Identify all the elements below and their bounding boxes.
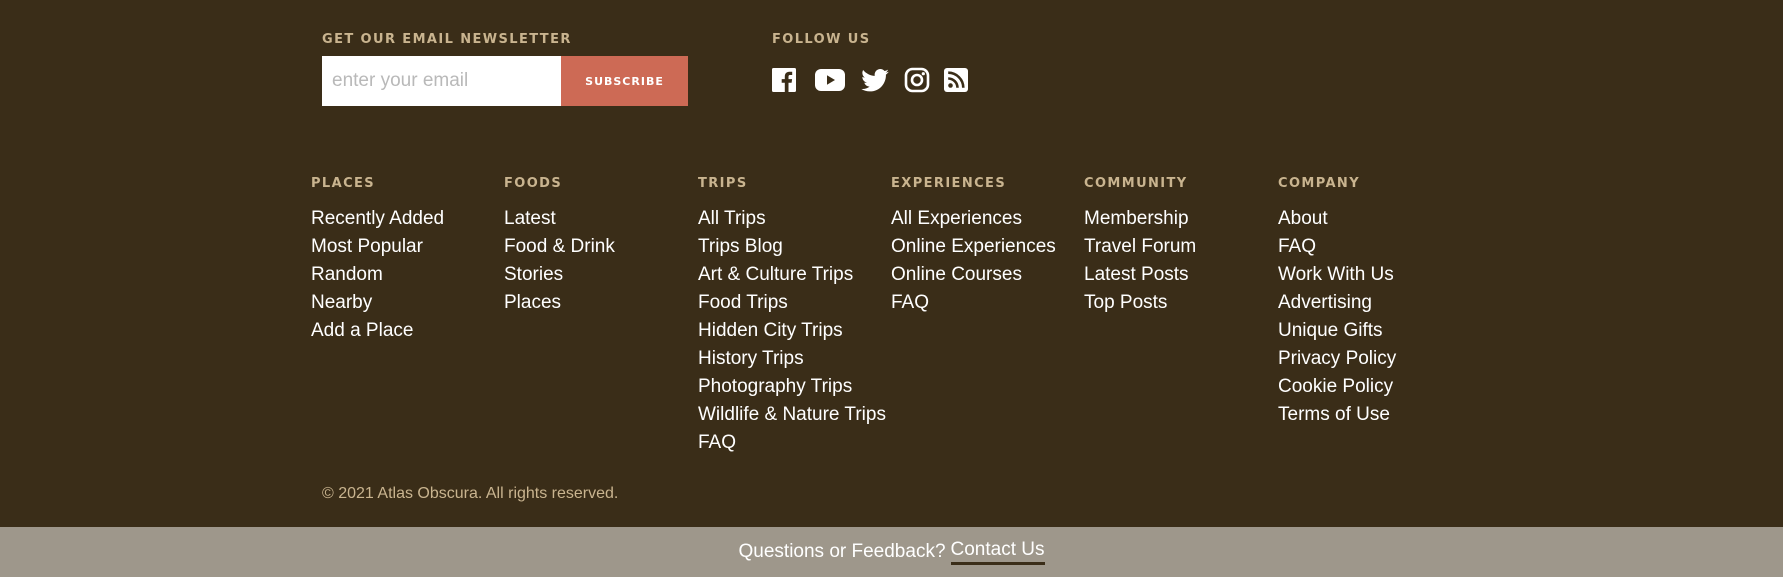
footer-link[interactable]: Latest Posts — [1084, 261, 1274, 289]
instagram-icon[interactable] — [904, 65, 930, 95]
email-input[interactable] — [322, 56, 561, 106]
column-heading: FOODS — [504, 176, 563, 191]
footer-link[interactable]: Membership — [1084, 205, 1274, 233]
footer-column-experiences: EXPERIENCES All Experiences Online Exper… — [891, 176, 1081, 317]
footer-link[interactable]: Add a Place — [311, 317, 501, 345]
follow-heading: FOLLOW US — [772, 32, 871, 47]
footer-link[interactable]: Online Courses — [891, 261, 1081, 289]
footer-link[interactable]: Top Posts — [1084, 289, 1274, 317]
footer-link[interactable]: Most Popular — [311, 233, 501, 261]
site-footer: GET OUR EMAIL NEWSLETTER SUBSCRIBE FOLLO… — [0, 0, 1783, 527]
copyright-text: © 2021 Atlas Obscura. All rights reserve… — [322, 485, 619, 502]
footer-link[interactable]: Random — [311, 261, 501, 289]
footer-link[interactable]: Photography Trips — [698, 373, 888, 401]
twitter-icon[interactable] — [861, 65, 889, 95]
footer-link[interactable]: Places — [504, 289, 694, 317]
social-links — [772, 63, 968, 97]
footer-link[interactable]: History Trips — [698, 345, 888, 373]
footer-link[interactable]: Cookie Policy — [1278, 373, 1468, 401]
footer-link[interactable]: All Trips — [698, 205, 888, 233]
footer-link[interactable]: Art & Culture Trips — [698, 261, 888, 289]
footer-column-trips: TRIPS All Trips Trips Blog Art & Culture… — [698, 176, 888, 457]
footer-link[interactable]: FAQ — [891, 289, 1081, 317]
footer-column-community: COMMUNITY Membership Travel Forum Latest… — [1084, 176, 1274, 317]
footer-link[interactable]: Travel Forum — [1084, 233, 1274, 261]
footer-link[interactable]: Stories — [504, 261, 694, 289]
column-heading: TRIPS — [698, 176, 748, 191]
footer-link[interactable]: Trips Blog — [698, 233, 888, 261]
column-heading: COMMUNITY — [1084, 176, 1188, 191]
footer-link[interactable]: Online Experiences — [891, 233, 1081, 261]
column-heading: COMPANY — [1278, 176, 1361, 191]
footer-link[interactable]: Hidden City Trips — [698, 317, 888, 345]
footer-link[interactable]: Advertising — [1278, 289, 1468, 317]
footer-link[interactable]: Recently Added — [311, 205, 501, 233]
column-heading: PLACES — [311, 176, 376, 191]
follow-section: FOLLOW US — [772, 32, 968, 97]
newsletter-section: GET OUR EMAIL NEWSLETTER SUBSCRIBE — [322, 32, 688, 106]
footer-link[interactable]: Wildlife & Nature Trips — [698, 401, 888, 429]
feedback-bar: Questions or Feedback? Contact Us — [0, 527, 1783, 577]
footer-link[interactable]: Privacy Policy — [1278, 345, 1468, 373]
newsletter-heading: GET OUR EMAIL NEWSLETTER — [322, 32, 572, 47]
facebook-icon[interactable] — [772, 65, 796, 95]
newsletter-form: SUBSCRIBE — [322, 56, 688, 106]
footer-link[interactable]: Unique Gifts — [1278, 317, 1468, 345]
footer-link[interactable]: All Experiences — [891, 205, 1081, 233]
rss-icon[interactable] — [944, 65, 968, 95]
contact-us-link[interactable]: Contact Us — [950, 539, 1045, 565]
footer-link[interactable]: FAQ — [698, 429, 888, 457]
footer-link[interactable]: About — [1278, 205, 1468, 233]
footer-column-company: COMPANY About FAQ Work With Us Advertisi… — [1278, 176, 1468, 429]
footer-link[interactable]: Food & Drink — [504, 233, 694, 261]
footer-link[interactable]: Terms of Use — [1278, 401, 1468, 429]
feedback-text: Questions or Feedback? — [738, 541, 946, 562]
footer-link[interactable]: FAQ — [1278, 233, 1468, 261]
footer-link[interactable]: Nearby — [311, 289, 501, 317]
footer-column-foods: FOODS Latest Food & Drink Stories Places — [504, 176, 694, 317]
footer-link[interactable]: Food Trips — [698, 289, 888, 317]
youtube-icon[interactable] — [815, 65, 845, 95]
column-heading: EXPERIENCES — [891, 176, 1007, 191]
subscribe-button[interactable]: SUBSCRIBE — [561, 56, 688, 106]
footer-column-places: PLACES Recently Added Most Popular Rando… — [311, 176, 501, 345]
footer-link[interactable]: Latest — [504, 205, 694, 233]
footer-link[interactable]: Work With Us — [1278, 261, 1468, 289]
